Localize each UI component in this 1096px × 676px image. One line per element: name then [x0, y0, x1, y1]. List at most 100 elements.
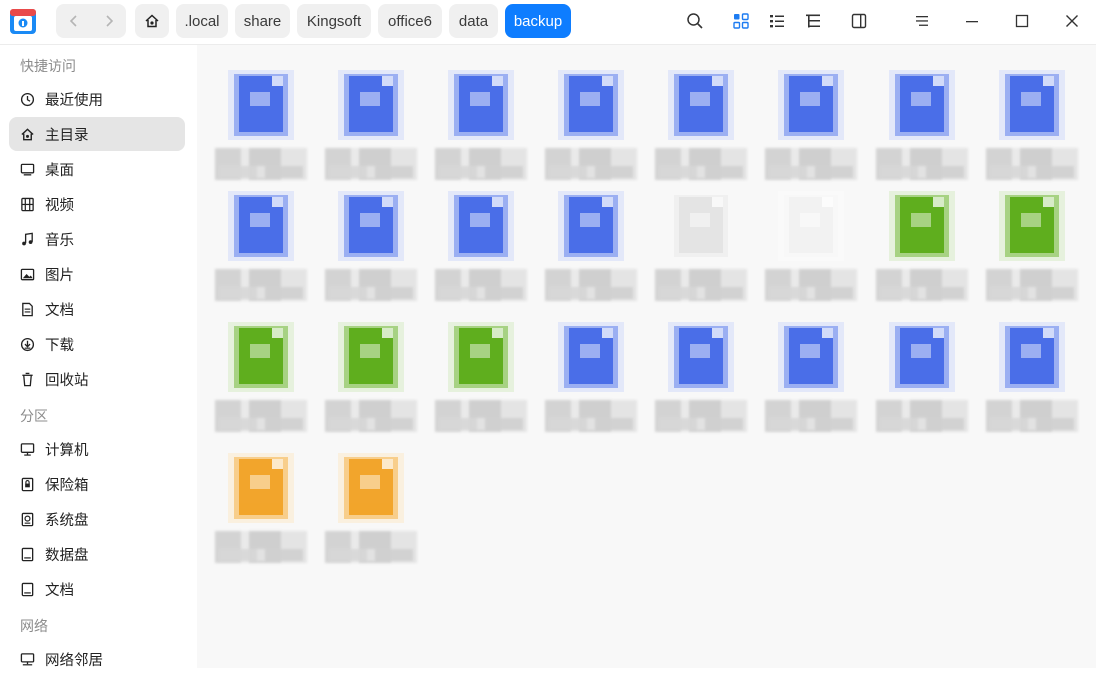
sidebar-item-videos[interactable]: 视频	[9, 187, 185, 221]
writer-file-icon	[999, 70, 1065, 140]
file-name-label	[541, 148, 641, 180]
file-item[interactable]	[211, 322, 311, 442]
file-item[interactable]	[541, 70, 641, 190]
sidebar-item-data-disk[interactable]: 数据盘	[9, 537, 185, 571]
sheet-file-icon	[228, 322, 294, 392]
main-menu-button[interactable]	[911, 10, 933, 32]
file-item[interactable]	[431, 70, 531, 190]
sidebar-item-label: 保险箱	[45, 477, 89, 494]
file-item[interactable]	[321, 191, 421, 311]
sidebar-item-network-neighborhood[interactable]: 网络邻居	[9, 642, 185, 676]
writer-file-icon	[338, 191, 404, 261]
sidebar-item-recent[interactable]: 最近使用	[9, 82, 185, 116]
document-icon	[19, 301, 35, 317]
file-item[interactable]	[872, 322, 972, 442]
breadcrumb-item-active[interactable]: backup	[505, 4, 571, 38]
file-name-label	[982, 148, 1082, 180]
maximize-icon	[1015, 14, 1029, 28]
file-item[interactable]	[982, 322, 1082, 442]
detail-panel-icon	[851, 13, 867, 29]
writer-file-icon	[889, 322, 955, 392]
breadcrumb-item[interactable]: Kingsoft	[297, 4, 371, 38]
sidebar-item-label: 最近使用	[45, 92, 103, 109]
detail-panel-button[interactable]	[848, 10, 870, 32]
writer-file-icon	[228, 70, 294, 140]
file-item[interactable]	[321, 453, 421, 573]
file-item[interactable]	[761, 70, 861, 190]
close-icon	[1066, 15, 1078, 27]
file-item[interactable]	[431, 191, 531, 311]
minimize-button[interactable]	[961, 10, 983, 32]
home-icon	[19, 126, 35, 142]
sidebar-item-computer[interactable]: 计算机	[9, 432, 185, 466]
sidebar-item-downloads[interactable]: 下载	[9, 327, 185, 361]
search-icon	[687, 13, 703, 29]
sidebar-item-home[interactable]: 主目录	[9, 117, 185, 151]
file-item[interactable]	[761, 191, 861, 311]
sidebar-item-documents-disk[interactable]: 文档	[9, 572, 185, 606]
writer-file-icon	[668, 70, 734, 140]
slides-file-icon	[338, 453, 404, 523]
sidebar-item-trash[interactable]: 回收站	[9, 362, 185, 396]
file-item[interactable]	[761, 322, 861, 442]
sidebar-item-documents[interactable]: 文档	[9, 292, 185, 326]
sidebar-group-quick-access: 快捷访问	[20, 58, 76, 74]
picture-icon	[19, 266, 35, 282]
sidebar-item-desktop[interactable]: 桌面	[9, 152, 185, 186]
slides-file-icon	[228, 453, 294, 523]
forward-button[interactable]	[91, 4, 126, 38]
file-name-label	[541, 400, 641, 432]
file-item[interactable]	[431, 322, 531, 442]
breadcrumb-item[interactable]: data	[449, 4, 498, 38]
maximize-button[interactable]	[1011, 10, 1033, 32]
icon-view-button[interactable]	[730, 10, 752, 32]
sidebar-item-label: 计算机	[45, 442, 89, 459]
file-item[interactable]	[211, 191, 311, 311]
file-item[interactable]	[982, 191, 1082, 311]
close-button[interactable]	[1061, 10, 1083, 32]
writer-file-icon	[338, 70, 404, 140]
video-icon	[19, 196, 35, 212]
tree-view-button[interactable]	[802, 10, 824, 32]
sidebar-item-system-disk[interactable]: 系统盘	[9, 502, 185, 536]
minimize-icon	[966, 21, 978, 23]
breadcrumb-item[interactable]: share	[235, 4, 290, 38]
drive-icon	[19, 581, 35, 597]
back-button[interactable]	[56, 4, 91, 38]
list-view-button[interactable]	[766, 10, 788, 32]
file-item[interactable]	[321, 322, 421, 442]
breadcrumb-home[interactable]	[135, 4, 169, 38]
breadcrumb-item[interactable]: .local	[176, 4, 228, 38]
sidebar-item-safe[interactable]: 保险箱	[9, 467, 185, 501]
file-item[interactable]	[541, 191, 641, 311]
file-name-label	[431, 269, 531, 301]
file-name-label	[651, 269, 751, 301]
file-item[interactable]	[541, 322, 641, 442]
file-item[interactable]	[211, 70, 311, 190]
writer-file-icon	[889, 70, 955, 140]
chevron-left-icon	[69, 15, 77, 27]
file-name-label	[321, 531, 421, 563]
file-item[interactable]	[651, 191, 751, 311]
file-item[interactable]	[321, 70, 421, 190]
file-item[interactable]	[651, 322, 751, 442]
file-item[interactable]	[872, 191, 972, 311]
file-item[interactable]	[982, 70, 1082, 190]
file-name-label	[761, 400, 861, 432]
writer-file-icon	[558, 191, 624, 261]
sidebar-item-label: 文档	[45, 582, 74, 599]
sidebar: 快捷访问 最近使用 主目录 桌面 视频 音乐 图片 文档 下载 回收站 分区 计…	[0, 45, 197, 669]
trash-icon	[19, 371, 35, 387]
writer-file-icon	[448, 70, 514, 140]
file-name-label	[651, 400, 751, 432]
file-item[interactable]	[211, 453, 311, 573]
file-item[interactable]	[872, 70, 972, 190]
sidebar-item-music[interactable]: 音乐	[9, 222, 185, 256]
sidebar-item-pictures[interactable]: 图片	[9, 257, 185, 291]
sidebar-item-label: 回收站	[45, 372, 89, 389]
file-name-label	[872, 269, 972, 301]
file-name-label	[982, 269, 1082, 301]
file-item[interactable]	[651, 70, 751, 190]
breadcrumb-item[interactable]: office6	[378, 4, 442, 38]
search-button[interactable]	[684, 10, 706, 32]
